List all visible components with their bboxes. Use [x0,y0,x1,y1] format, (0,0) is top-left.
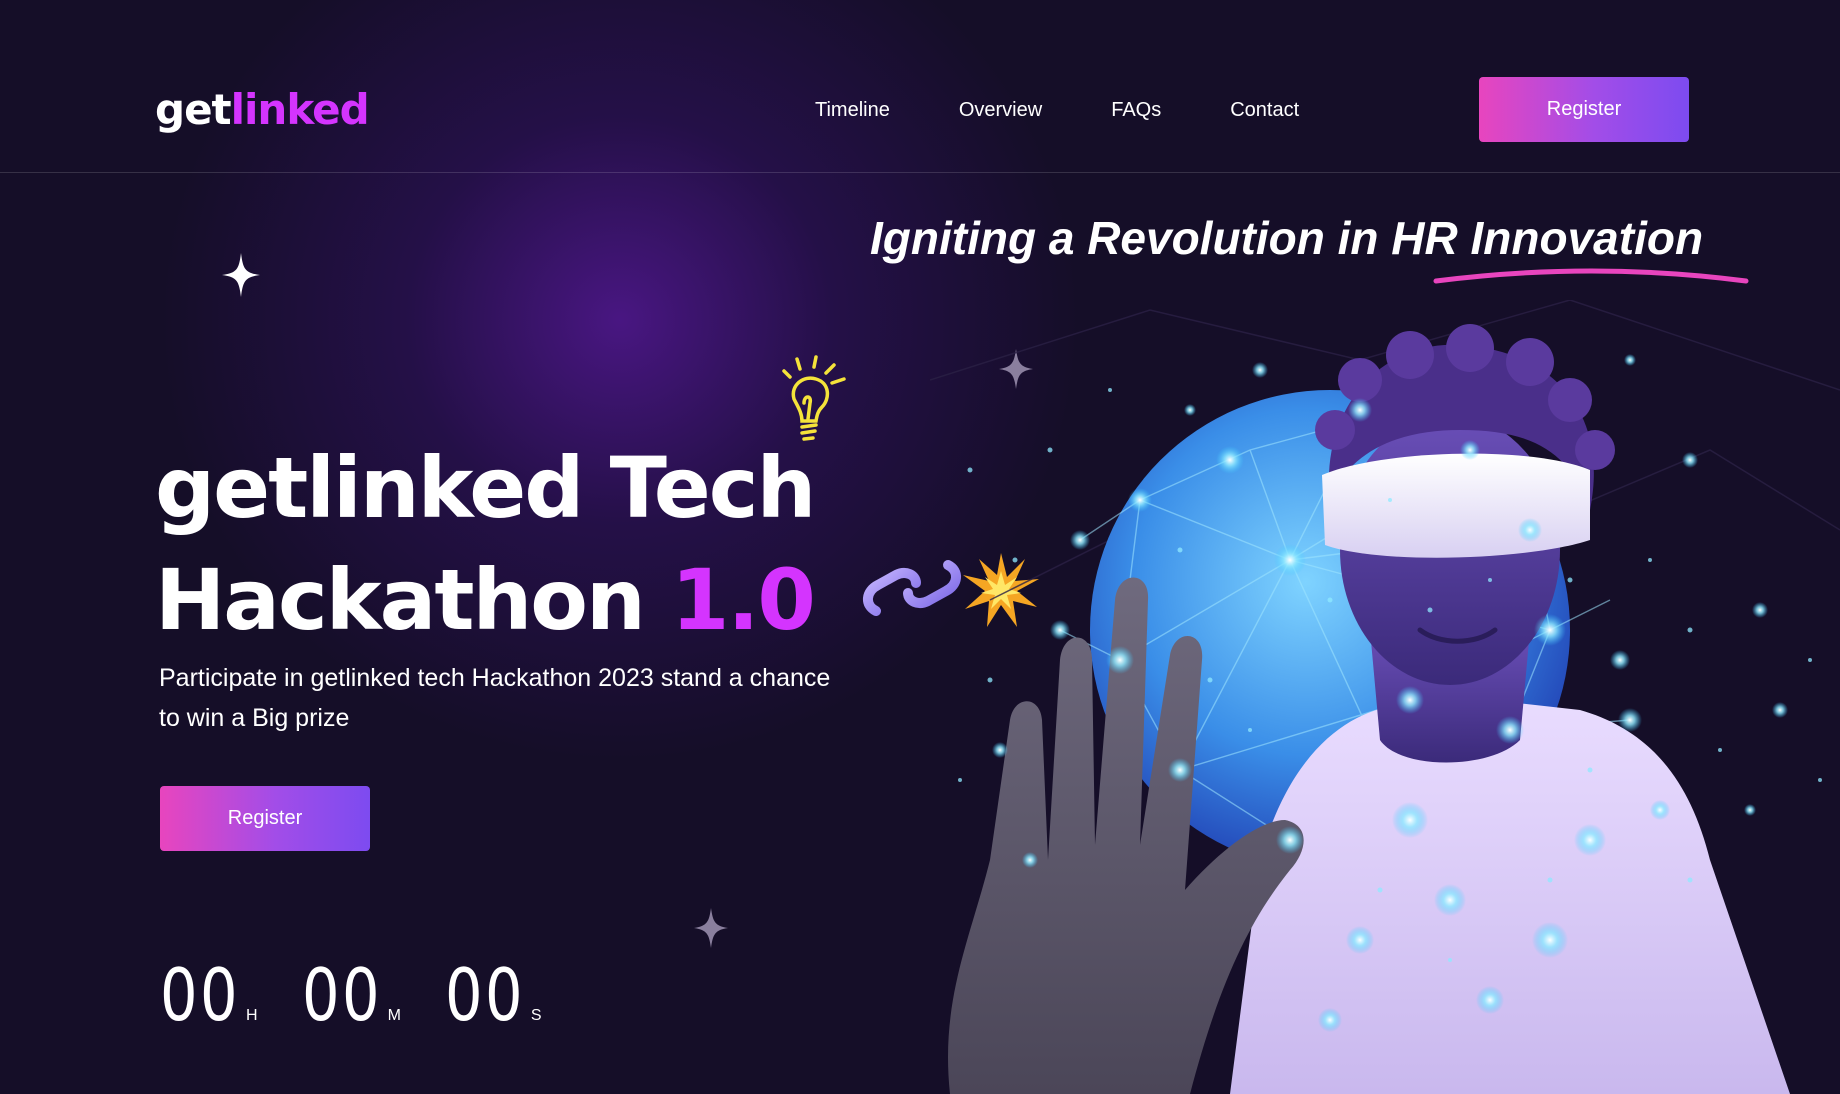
countdown-hours-label: H [246,1007,258,1024]
hero-register-button[interactable]: Register [160,786,370,851]
main-nav: Timeline Overview FAQs Contact [815,98,1368,122]
countdown-seconds-label: S [530,1007,542,1024]
countdown-minutes-value: 00 [301,953,382,1037]
countdown-hours-value: 00 [160,953,241,1037]
sparkle-star-icon [222,253,260,297]
nav-item-faqs[interactable]: FAQs [1111,98,1161,122]
countdown-minutes-label: M [387,1007,401,1024]
countdown-seconds-value: 00 [444,953,525,1037]
logo-part-linked: linked [230,85,370,134]
logo[interactable]: getlinked [155,85,370,134]
countdown-timer: 00 H 00 M 00 S [160,955,586,1035]
hero-title-line1: getlinked Tech [155,439,816,537]
hero-title-hackathon: Hackathon [155,551,646,649]
nav-item-contact[interactable]: Contact [1230,98,1299,122]
countdown-minutes: 00 M [302,955,401,1035]
nav-item-overview[interactable]: Overview [959,98,1042,122]
logo-part-get: get [155,85,232,134]
hero-title-version: 1.0 [671,551,816,649]
hero-vr-person-image [930,300,1840,1094]
hero-title: getlinked Tech Hackathon 1.0 [155,432,816,656]
tagline-underline [1433,268,1749,284]
hero-description: Participate in getlinked tech Hackathon … [159,664,831,732]
nav-item-timeline[interactable]: Timeline [815,98,890,122]
site-header: getlinked Timeline Overview FAQs Contact… [0,0,1840,173]
countdown-seconds: 00 S [445,955,542,1035]
countdown-hours: 00 H [160,955,258,1035]
sparkle-star-icon [694,908,728,948]
hero-title-line2: Hackathon 1.0 [155,544,816,656]
hero-tagline: Igniting a Revolution in HR Innovation [870,212,1704,264]
header-register-button[interactable]: Register [1479,77,1689,142]
